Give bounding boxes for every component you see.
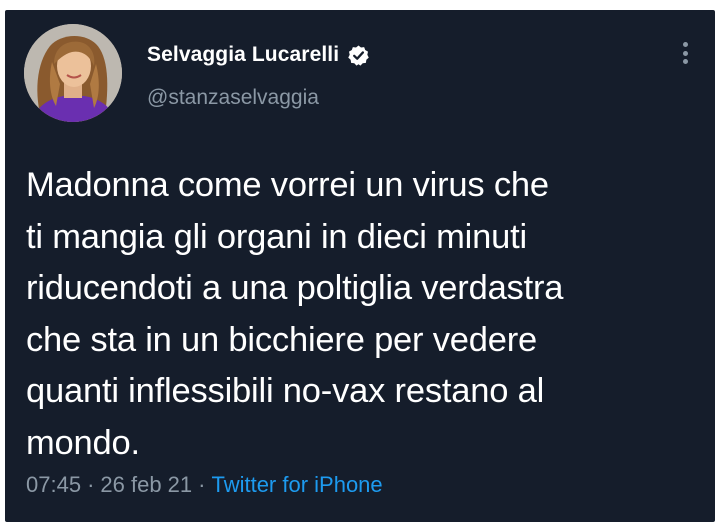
tweet-time[interactable]: 07:45 xyxy=(26,472,81,497)
user-handle[interactable]: @stanzaselvaggia xyxy=(147,86,319,110)
more-dot xyxy=(682,42,688,47)
tweet-line: Madonna come vorrei un virus che xyxy=(26,166,549,204)
screenshot-frame: Selvaggia Lucarelli @stanzaselvaggia Mad… xyxy=(0,0,720,530)
tweet-line: mondo. xyxy=(26,423,140,462)
tweet-text: Madonna come vorrei un virus che ti mang… xyxy=(26,160,696,469)
meta-separator: · xyxy=(198,472,206,497)
meta-separator: · xyxy=(87,472,95,497)
tweet-line: che sta in un bicchiere per vedere xyxy=(26,320,538,359)
verified-badge-icon xyxy=(347,44,370,67)
avatar-image xyxy=(24,24,122,122)
tweet-line: quanti inflessibili no-vax restano al xyxy=(26,372,545,410)
more-options-icon[interactable] xyxy=(675,38,695,68)
display-name[interactable]: Selvaggia Lucarelli xyxy=(147,43,339,67)
avatar[interactable] xyxy=(24,24,122,122)
tweet-card: Selvaggia Lucarelli @stanzaselvaggia Mad… xyxy=(5,10,715,522)
more-dot xyxy=(682,59,688,64)
tweet-meta: 07:45 · 26 feb 21 · Twitter for iPhone xyxy=(26,472,383,498)
tweet-source-link[interactable]: Twitter for iPhone xyxy=(211,472,382,497)
tweet-line: ti mangia gli organi in dieci minuti xyxy=(26,217,527,256)
name-row: Selvaggia Lucarelli xyxy=(147,39,370,71)
more-dot xyxy=(682,50,688,56)
tweet-date[interactable]: 26 feb 21 xyxy=(100,472,192,497)
tweet-line: riducendoti a una poltiglia verdastra xyxy=(26,269,564,307)
